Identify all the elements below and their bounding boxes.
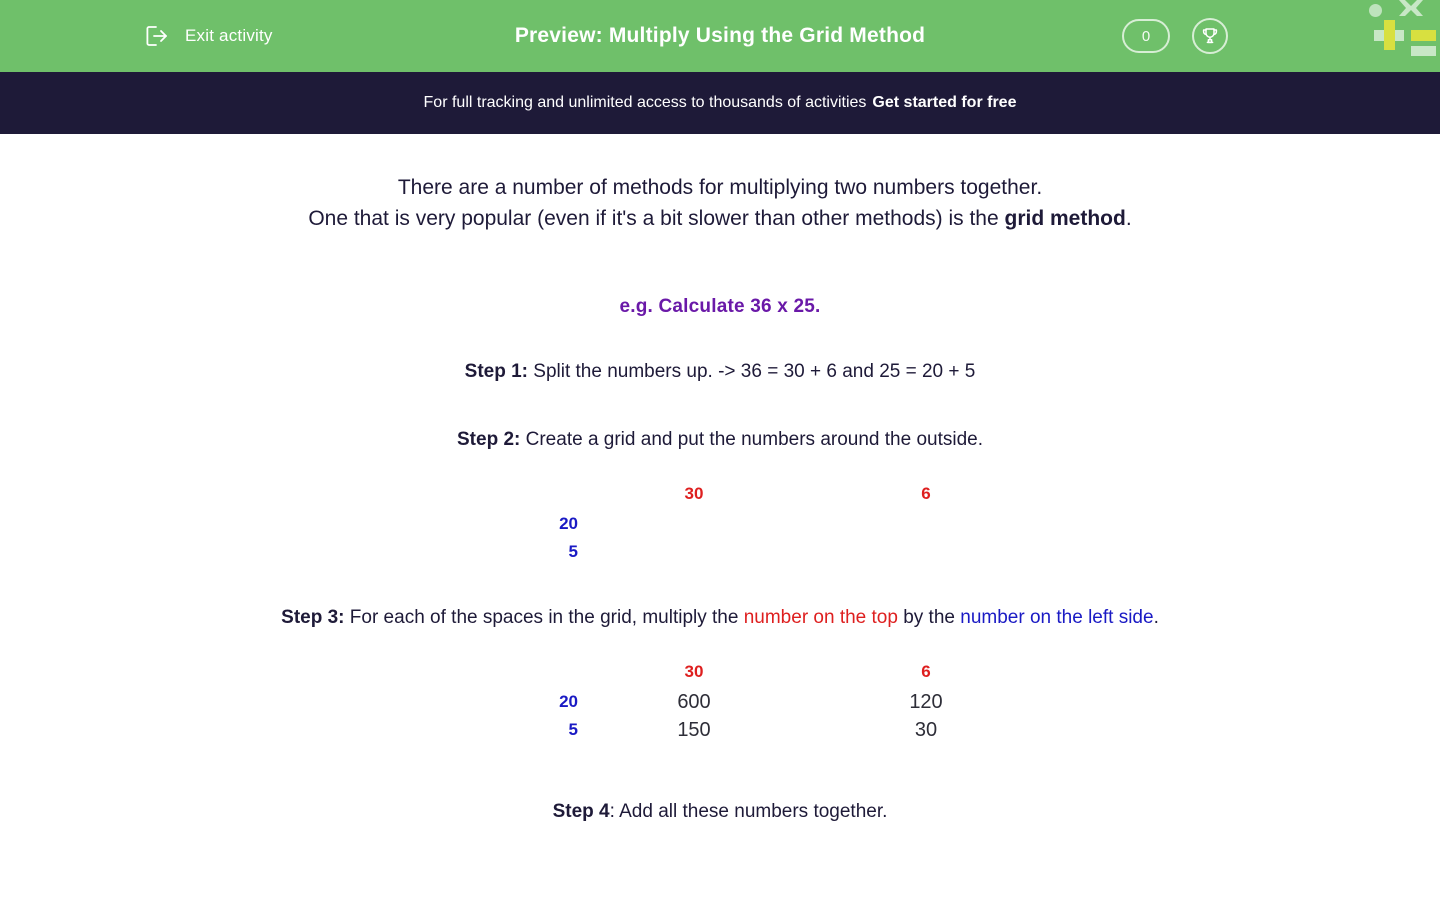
promo-message: For full tracking and unlimited access t… xyxy=(423,94,867,111)
decor-rect-yellow-icon xyxy=(1411,30,1436,41)
grid-empty-cell-0-0 xyxy=(578,510,810,538)
step-1-text: Split the numbers up. -> 36 = 30 + 6 and… xyxy=(528,361,976,382)
intro-line-2-before: One that is very popular (even if it's a… xyxy=(308,207,1005,230)
step-1-line: Step 1: Split the numbers up. -> 36 = 30… xyxy=(0,358,1440,386)
step-2-text: Create a grid and put the numbers around… xyxy=(520,429,983,450)
promo-banner: For full tracking and unlimited access t… xyxy=(0,72,1440,134)
example-heading: e.g. Calculate 36 x 25. xyxy=(619,296,821,317)
grid-empty-cell-1-1 xyxy=(810,538,1042,566)
grid-empty-header-row: 30 6 xyxy=(398,478,1042,510)
grid-empty-cell-0-1 xyxy=(810,510,1042,538)
get-started-link[interactable]: Get started for free xyxy=(872,94,1016,112)
step-2-line: Step 2: Create a grid and put the number… xyxy=(0,426,1440,454)
decor-plus-icon xyxy=(1374,20,1404,50)
grid-empty-table: 30 6 20 5 xyxy=(398,478,1042,566)
step-3-text-b: by the xyxy=(897,607,961,628)
step-3-line: Step 3: For each of the spaces in the gr… xyxy=(0,604,1440,632)
step-1-label: Step 1: xyxy=(464,361,528,382)
activity-content: There are a number of methods for multip… xyxy=(0,134,1440,826)
grid-filled-wrapper: 30 6 20 600 120 5 150 30 xyxy=(0,656,1440,744)
step-3-red-phrase: number on the top xyxy=(743,607,898,628)
grid-empty-wrapper: 30 6 20 5 xyxy=(0,478,1440,566)
step-4-line: Step 4: Add all these numbers together. xyxy=(0,798,1440,826)
grid-filled-cell-0-0: 600 xyxy=(677,690,711,713)
score-value: 0 xyxy=(1141,27,1151,45)
step-4-label: Step 4 xyxy=(552,801,610,822)
grid-filled-corner xyxy=(398,656,578,688)
grid-filled-header-row: 30 6 xyxy=(398,656,1042,688)
grid-filled-cell-1-1: 30 xyxy=(914,718,938,741)
grid-filled-side-header-1: 5 xyxy=(568,720,578,739)
grid-filled-row: 20 600 120 xyxy=(398,688,1042,716)
trophy-button[interactable] xyxy=(1192,18,1228,54)
step-3-text-a: For each of the spaces in the grid, mult… xyxy=(344,607,744,628)
score-badge[interactable]: 0 xyxy=(1122,19,1170,53)
grid-filled-row: 5 150 30 xyxy=(398,716,1042,744)
step-4-text: : Add all these numbers together. xyxy=(609,801,888,822)
grid-empty-side-header-0: 20 xyxy=(559,514,578,533)
grid-empty-top-header-1: 6 xyxy=(921,484,931,503)
grid-method-bold: grid method xyxy=(1004,207,1126,230)
intro-line-1: There are a number of methods for multip… xyxy=(397,176,1043,199)
grid-filled-side-header-0: 20 xyxy=(559,692,578,711)
exit-activity-button[interactable]: Exit activity xyxy=(145,0,273,72)
decor-circle-icon xyxy=(1369,4,1382,17)
grid-filled-table: 30 6 20 600 120 5 150 30 xyxy=(398,656,1042,744)
grid-empty-cell-1-0 xyxy=(578,538,810,566)
grid-empty-side-header-1: 5 xyxy=(568,542,578,561)
grid-empty-corner xyxy=(398,478,578,510)
grid-empty-top-header-0: 30 xyxy=(684,484,704,503)
trophy-icon xyxy=(1200,26,1220,46)
grid-filled-top-header-1: 6 xyxy=(921,662,931,681)
intro-line-2-after: . xyxy=(1125,207,1132,230)
exit-activity-label: Exit activity xyxy=(185,26,273,45)
intro-paragraph: There are a number of methods for multip… xyxy=(160,172,1280,234)
decor-cross-x-icon xyxy=(1396,0,1426,24)
grid-empty-row: 20 xyxy=(398,510,1042,538)
grid-empty-row: 5 xyxy=(398,538,1042,566)
step-2-label: Step 2: xyxy=(457,429,521,450)
decor-rect-white-icon xyxy=(1411,46,1436,56)
header-actions: 0 xyxy=(1122,0,1228,72)
step-3-label: Step 3: xyxy=(281,607,345,628)
grid-filled-top-header-0: 30 xyxy=(684,662,704,681)
app-header: Exit activity Preview: Multiply Using th… xyxy=(0,0,1440,72)
grid-filled-cell-0-1: 120 xyxy=(909,690,943,713)
grid-filled-cell-1-0: 150 xyxy=(677,718,711,741)
step-3-blue-phrase: number on the left side xyxy=(960,607,1154,628)
exit-door-arrow-icon xyxy=(145,24,173,48)
step-3-text-c: . xyxy=(1153,607,1159,628)
